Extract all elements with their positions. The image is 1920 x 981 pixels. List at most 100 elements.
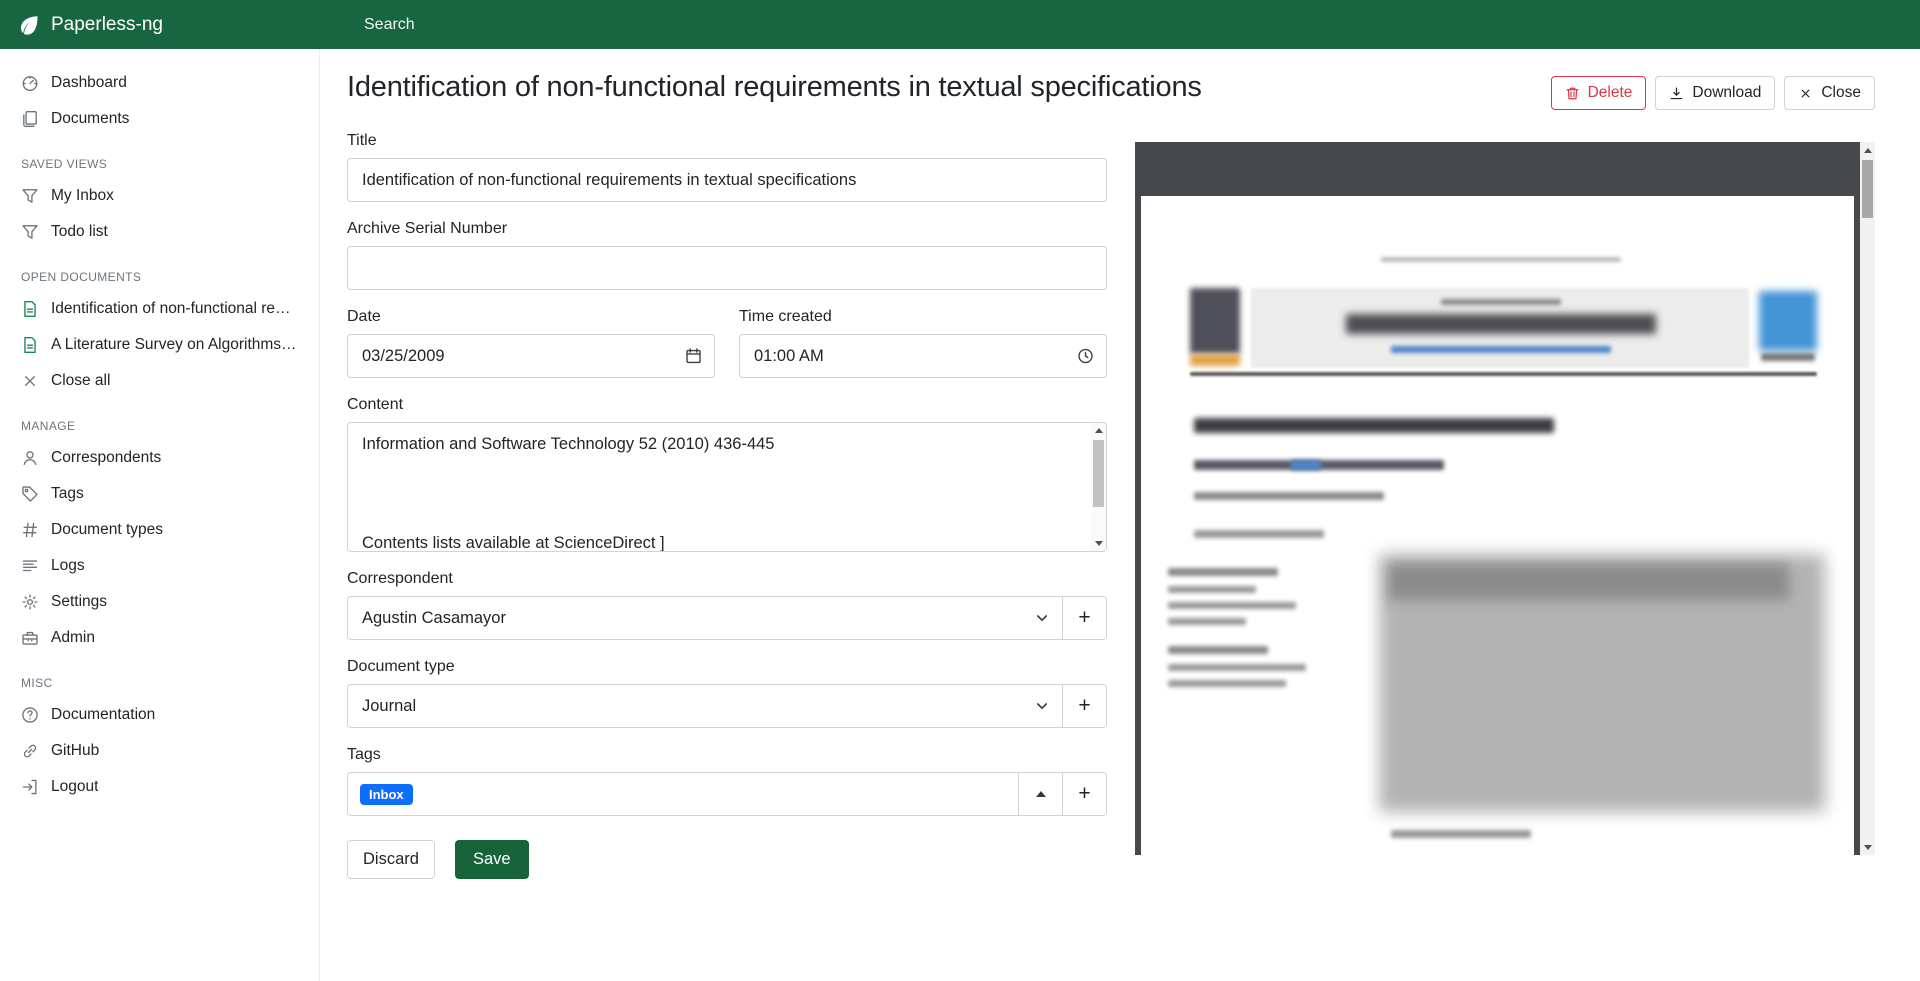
correspondent-select[interactable]: Agustin Casamayor (347, 596, 1063, 640)
document-type-select[interactable]: Journal (347, 684, 1063, 728)
preview-scrollbar[interactable] (1860, 142, 1875, 855)
brand[interactable]: Paperless-ng (0, 0, 320, 49)
sidebar-item-label: Correspondents (51, 449, 161, 467)
document-preview[interactable] (1135, 142, 1875, 855)
sidebar-item-my-inbox[interactable]: My Inbox (0, 178, 319, 214)
paperless-logo-icon (18, 14, 40, 36)
tags-input[interactable]: Inbox (347, 772, 1019, 816)
download-icon (1669, 86, 1684, 101)
close-icon (1798, 86, 1813, 101)
pdf-blur-block (1168, 646, 1268, 654)
sidebar-item-logout[interactable]: Logout (0, 769, 319, 805)
content-textarea[interactable]: Information and Software Technology 52 (… (347, 422, 1107, 552)
sidebar-item-dashboard[interactable]: Dashboard (0, 65, 319, 101)
sidebar-item-correspondents[interactable]: Correspondents (0, 440, 319, 476)
sidebar-item-github[interactable]: GitHub (0, 733, 319, 769)
document-type-group: Document type Journal + (347, 658, 1107, 728)
pdf-blur-block (1190, 354, 1240, 366)
document-edit-form: Title Archive Serial Number Date (347, 132, 1107, 879)
section-manage: MANAGE (0, 399, 319, 440)
pdf-blur-block (1168, 680, 1286, 687)
document-type-value: Journal (362, 697, 416, 716)
content-group: Content Information and Software Technol… (347, 396, 1107, 552)
sidebar-open-document-1[interactable]: Identification of non-functional require… (0, 291, 319, 327)
scroll-up-icon[interactable] (1091, 423, 1106, 438)
logout-icon (21, 778, 39, 796)
tags-dropdown-button[interactable] (1018, 772, 1063, 816)
delete-button[interactable]: Delete (1551, 76, 1647, 110)
download-button-label: Download (1692, 83, 1761, 103)
sidebar-item-logs[interactable]: Logs (0, 548, 319, 584)
correspondent-label: Correspondent (347, 570, 1107, 588)
close-icon (21, 372, 39, 390)
pdf-blur-block (1389, 564, 1789, 600)
sidebar-item-label: Close all (51, 372, 110, 390)
time-input[interactable] (739, 334, 1107, 378)
pdf-blur-block (1291, 460, 1321, 470)
date-group: Date (347, 308, 715, 378)
date-label: Date (347, 308, 715, 326)
pdf-blur-block (1194, 530, 1324, 538)
question-circle-icon (21, 706, 39, 724)
pdf-journal-title-blur (1346, 314, 1656, 334)
delete-button-label: Delete (1588, 83, 1633, 103)
close-button-label: Close (1821, 83, 1861, 103)
asn-input[interactable] (347, 246, 1107, 290)
sidebar-item-label: Tags (51, 485, 84, 503)
pdf-blur-block (1391, 830, 1531, 838)
funnel-icon (21, 223, 39, 241)
form-actions: Discard Save (347, 840, 1107, 879)
date-input[interactable] (347, 334, 715, 378)
file-text-icon (21, 336, 39, 354)
time-group: Time created (739, 308, 1107, 378)
pdf-blur-block (1190, 372, 1817, 376)
scroll-down-icon[interactable] (1091, 536, 1106, 551)
sidebar-item-document-types[interactable]: Document types (0, 512, 319, 548)
tag-badge-inbox[interactable]: Inbox (360, 784, 413, 805)
sidebar-item-tags[interactable]: Tags (0, 476, 319, 512)
sidebar-item-label: Logs (51, 557, 85, 575)
pdf-publisher-logo-blur (1759, 291, 1817, 351)
title-input[interactable] (347, 158, 1107, 202)
tags-label: Tags (347, 746, 1107, 764)
sidebar-open-document-2[interactable]: A Literature Survey on Algorithms for Mu… (0, 327, 319, 363)
pdf-blur-block (1168, 618, 1246, 625)
add-document-type-button[interactable]: + (1062, 684, 1107, 728)
pdf-blur-block (1168, 586, 1256, 593)
add-correspondent-button[interactable]: + (1062, 596, 1107, 640)
sidebar-item-documentation[interactable]: Documentation (0, 697, 319, 733)
sidebar-item-admin[interactable]: Admin (0, 620, 319, 656)
sidebar-item-documents[interactable]: Documents (0, 101, 319, 137)
pdf-blur-block (1381, 258, 1621, 261)
scroll-up-icon[interactable] (1860, 142, 1875, 158)
funnel-icon (21, 187, 39, 205)
sidebar-item-label: GitHub (51, 742, 99, 760)
documents-icon (21, 110, 39, 128)
sidebar-item-settings[interactable]: Settings (0, 584, 319, 620)
section-saved-views: SAVED VIEWS (0, 137, 319, 178)
dashboard-icon (21, 74, 39, 92)
add-tag-button[interactable]: + (1062, 772, 1107, 816)
search-input[interactable] (320, 16, 1920, 34)
time-label: Time created (739, 308, 1107, 326)
sidebar-item-label: Admin (51, 629, 95, 647)
document-type-label: Document type (347, 658, 1107, 676)
pdf-blur-block (1391, 346, 1611, 353)
content-scrollbar-thumb[interactable] (1093, 440, 1104, 507)
sidebar-item-label: Documents (51, 110, 129, 128)
file-text-icon (21, 300, 39, 318)
content-scrollbar[interactable] (1091, 423, 1106, 551)
save-button[interactable]: Save (455, 840, 529, 879)
close-button[interactable]: Close (1784, 76, 1875, 110)
sidebar-item-label: Logout (51, 778, 98, 796)
preview-scrollbar-thumb[interactable] (1862, 160, 1873, 218)
discard-button[interactable]: Discard (347, 840, 435, 879)
top-navbar: Paperless-ng (0, 0, 1920, 49)
open-document-label: Identification of non-functional require… (51, 300, 298, 318)
sidebar-item-todo-list[interactable]: Todo list (0, 214, 319, 250)
person-icon (21, 449, 39, 467)
sidebar-item-close-all[interactable]: Close all (0, 363, 319, 399)
section-open-documents: OPEN DOCUMENTS (0, 250, 319, 291)
scroll-down-icon[interactable] (1860, 839, 1875, 855)
download-button[interactable]: Download (1655, 76, 1775, 110)
